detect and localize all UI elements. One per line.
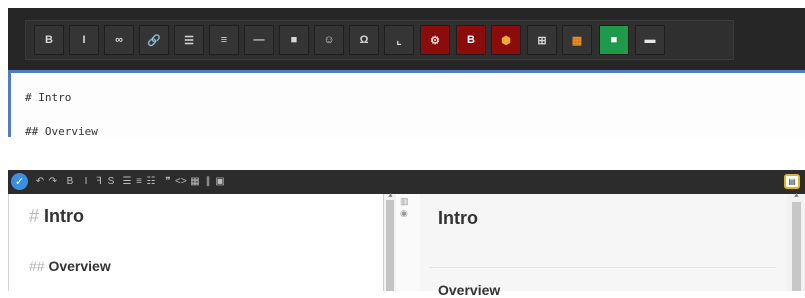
list-ordered-icon: ≡ — [220, 34, 228, 46]
link-button[interactable]: 🔗 — [139, 25, 169, 55]
orange-badge-icon: ▦ — [571, 34, 583, 47]
check-circle-icon[interactable]: ✓ — [11, 173, 28, 190]
source-heading-1: # Intro — [29, 206, 84, 227]
preview-pane: Intro Overview — [420, 194, 787, 298]
top-markdown-textarea[interactable]: # Intro ## Overview — [8, 70, 805, 138]
redo-icon: ↷ — [48, 176, 58, 187]
image-icon: ▣ — [215, 176, 225, 187]
table-button[interactable]: ▦ — [190, 173, 200, 191]
quote-icon: ❞ — [165, 176, 171, 187]
scroll-up-arrow-icon[interactable]: ▲ — [387, 192, 394, 199]
italic-icon: I — [84, 176, 88, 187]
b-badge-icon: B — [467, 34, 475, 46]
bulleted-list-button[interactable]: ☰ — [174, 25, 204, 55]
source-scrollbar[interactable]: ▲ — [384, 192, 396, 291]
green-badge-icon: ■ — [610, 34, 618, 46]
omega-icon: Ω — [359, 34, 369, 46]
bottom-editor: ✓ ↶ ↷ B I ꟻ S ☰ ≡ ☷ ❞ <> ▦ ∥ ▣ ▤ # Intro ## Overview … — [8, 170, 805, 298]
code-button[interactable]: <> — [175, 173, 187, 191]
checklist-icon: ☷ — [146, 176, 156, 187]
code-icon: <> — [175, 176, 187, 187]
plugin-green-button[interactable]: ■ — [599, 25, 629, 55]
columns-icon[interactable]: ▥ — [400, 196, 409, 207]
top-toolbar: B I ∞ 🔗 ☰ ≡ — ■ ☺ Ω ⌞ ⚙ B ⬢ ⊞ ▦ ■ ▬ — [8, 8, 805, 70]
code-button[interactable]: ∞ — [104, 25, 134, 55]
bold-button[interactable]: B — [34, 25, 64, 55]
redo-button[interactable]: ↷ — [48, 173, 58, 191]
strikethrough-button[interactable]: S — [106, 173, 116, 191]
quote-button[interactable]: ❞ — [163, 173, 173, 191]
strike-icon: S — [107, 176, 115, 187]
markdown-source-pane[interactable]: # Intro ## Overview — [8, 194, 384, 291]
eye-icon[interactable]: ◉ — [400, 208, 408, 219]
editor-separator — [0, 137, 805, 169]
gears-icon: ⚙ — [430, 34, 440, 47]
cube-icon: ⬢ — [501, 34, 511, 47]
bold-button[interactable]: B — [65, 173, 75, 191]
image-button[interactable]: ■ — [279, 25, 309, 55]
bold-icon: B — [66, 176, 74, 187]
heading-1-text: Intro — [44, 206, 85, 226]
plugin-white-button[interactable]: ▬ — [635, 25, 665, 55]
link-icon: ∥ — [205, 176, 211, 187]
undo-icon: ↶ — [35, 176, 45, 187]
table-button[interactable]: ⊞ — [527, 25, 557, 55]
minus-icon: — — [253, 34, 265, 46]
table-icon: ▦ — [190, 176, 200, 187]
hash-marker: # — [29, 206, 40, 226]
bold-icon: B — [45, 34, 53, 46]
list-ordered-icon: ≡ — [136, 176, 142, 187]
image-icon: ■ — [290, 34, 298, 46]
plugin-gear-button[interactable]: ⚙ — [420, 25, 450, 55]
hash-marker: ## — [29, 258, 45, 274]
heading-2-text: Overview — [48, 258, 111, 274]
italic-icon: I — [82, 34, 86, 46]
plugin-orange-button[interactable]: ▦ — [562, 25, 592, 55]
smiley-icon: ☺ — [323, 34, 335, 46]
list-icon: ☰ — [122, 176, 132, 187]
horizontal-rule-button[interactable]: — — [244, 25, 274, 55]
numbered-list-button[interactable]: ≡ — [209, 25, 239, 55]
top-line-1: # Intro — [25, 91, 72, 104]
heading-button[interactable]: ꟻ — [94, 173, 104, 191]
right-badge-icon[interactable]: ▤ — [784, 174, 800, 189]
link-icon: 🔗 — [147, 34, 161, 47]
plugin-cube-button[interactable]: ⬢ — [491, 25, 521, 55]
top-toolbar-strip: B I ∞ 🔗 ☰ ≡ — ■ ☺ Ω ⌞ ⚙ B ⬢ ⊞ ▦ ■ ▬ — [25, 20, 734, 60]
list-icon: ☰ — [184, 34, 194, 47]
unordered-list-button[interactable]: ☰ — [122, 173, 132, 191]
subscript-icon: ⌞ — [396, 34, 402, 47]
link-button[interactable]: ∥ — [203, 173, 213, 191]
plugin-b-button[interactable]: B — [456, 25, 486, 55]
image-button[interactable]: ▣ — [215, 173, 225, 191]
preview-heading-1: Intro — [438, 208, 478, 228]
scroll-up-arrow-icon[interactable]: ▲ — [793, 192, 800, 199]
source-heading-2: ## Overview — [29, 258, 111, 274]
table-icon: ⊞ — [537, 34, 547, 47]
preview-scroll-thumb[interactable] — [792, 202, 801, 291]
infinity-icon: ∞ — [115, 34, 123, 46]
special-char-button[interactable]: Ω — [349, 25, 379, 55]
ordered-list-button[interactable]: ≡ — [134, 173, 144, 191]
italic-button[interactable]: I — [69, 25, 99, 55]
preview-scrollbar[interactable]: ▲ — [787, 192, 805, 291]
heading-icon: ꟻ — [96, 176, 102, 187]
heading-divider — [430, 267, 776, 268]
preview-heading-2: Overview — [438, 282, 501, 298]
subscript-button[interactable]: ⌞ — [384, 25, 414, 55]
emoji-button[interactable]: ☺ — [314, 25, 344, 55]
box-icon: ▬ — [644, 34, 656, 46]
checklist-button[interactable]: ☷ — [146, 173, 156, 191]
top-editor: B I ∞ 🔗 ☰ ≡ — ■ ☺ Ω ⌞ ⚙ B ⬢ ⊞ ▦ ■ ▬ # Intro ## Overview — [8, 8, 805, 138]
sync-gutter: ▥ ◉ — [396, 194, 420, 291]
source-scroll-thumb[interactable] — [386, 200, 394, 291]
undo-button[interactable]: ↶ — [35, 173, 45, 191]
italic-button[interactable]: I — [81, 173, 91, 191]
bottom-toolbar: ✓ ↶ ↷ B I ꟻ S ☰ ≡ ☷ ❞ <> ▦ ∥ ▣ ▤ — [8, 170, 805, 194]
